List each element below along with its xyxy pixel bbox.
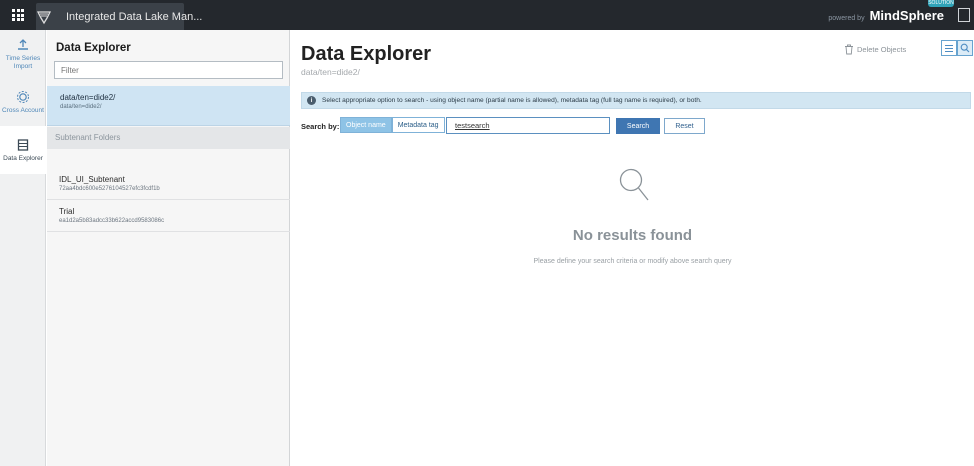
- app-launcher-button[interactable]: [0, 0, 36, 30]
- logout-icon[interactable]: [958, 8, 970, 22]
- app-logo-icon: [36, 3, 52, 30]
- object-name-option[interactable]: Object name: [340, 117, 392, 133]
- rail-item-time-series-import[interactable]: Time Series Import: [0, 30, 46, 78]
- list-view-button[interactable]: [941, 40, 957, 56]
- panel-title: Data Explorer: [56, 42, 131, 54]
- list-icon: [945, 44, 953, 52]
- brand: powered by MindSphere: [828, 8, 944, 23]
- brand-badge: SOLUTION: [928, 0, 954, 7]
- database-icon: [17, 139, 29, 151]
- folder-id: ea1d2a5b83adcc33b622accd9583086c: [59, 218, 165, 224]
- powered-by-label: powered by: [828, 15, 865, 22]
- folder-id: 72aa4bdc600e5276104527efc3fcdf1b: [59, 186, 160, 192]
- filter-input[interactable]: [54, 61, 283, 79]
- info-icon: i: [307, 96, 316, 105]
- delete-objects-button[interactable]: Delete Objects: [844, 44, 906, 55]
- delete-objects-label: Delete Objects: [857, 45, 907, 54]
- info-text: Select appropriate option to search - us…: [322, 97, 702, 104]
- app-tab[interactable]: Integrated Data Lake Man...: [36, 3, 202, 30]
- rail-item-cross-account[interactable]: Cross Account: [0, 78, 46, 126]
- folder-name: Trial: [59, 207, 75, 216]
- rail-item-label: Data Explorer: [3, 154, 43, 162]
- nav-rail: Time Series Import Cross Account Data Ex…: [0, 30, 46, 466]
- subtenant-folders-header: Subtenant Folders: [47, 127, 290, 149]
- upload-icon: [18, 39, 28, 50]
- search-view-button[interactable]: [957, 40, 973, 56]
- grid-icon: [12, 9, 24, 21]
- rail-item-data-explorer[interactable]: Data Explorer: [0, 126, 46, 174]
- current-folder-item[interactable]: data/ten=dide2/ data/ten=dide2/: [47, 86, 290, 126]
- folder-item-idl-ui-subtenant[interactable]: IDL_UI_Subtenant 72aa4bdc600e5276104527e…: [47, 169, 290, 200]
- trash-icon: [845, 44, 853, 55]
- empty-state-subtitle: Please define your search criteria or mo…: [533, 258, 732, 265]
- search-mode-toggle: Object name Metadata tag: [340, 117, 445, 133]
- search-by-label: Search by:: [301, 122, 340, 131]
- rail-item-label: Time Series Import: [5, 55, 41, 70]
- page-title: Data Explorer: [301, 43, 432, 65]
- folder-item-trial[interactable]: Trial ea1d2a5b83adcc33b622accd9583086c: [47, 201, 290, 232]
- view-toggle: [941, 40, 973, 56]
- gear-network-icon: [17, 90, 29, 103]
- folder-name: IDL_UI_Subtenant: [59, 175, 125, 184]
- metadata-tag-option[interactable]: Metadata tag: [391, 117, 445, 133]
- main-content: Data Explorer data/ten=dide2/ Delete Obj…: [291, 30, 974, 466]
- current-folder-path: data/ten=dide2/: [60, 104, 102, 110]
- search-button[interactable]: Search: [616, 118, 660, 134]
- magnifier-icon: [618, 167, 650, 208]
- current-folder-name: data/ten=dide2/: [60, 93, 116, 102]
- search-icon: [960, 43, 970, 53]
- reset-button[interactable]: Reset: [664, 118, 705, 134]
- empty-state-title: No results found: [572, 227, 693, 244]
- rail-item-label: Cross Account: [2, 106, 44, 114]
- search-input[interactable]: [446, 117, 610, 134]
- explorer-panel: Data Explorer data/ten=dide2/ data/ten=d…: [47, 30, 290, 466]
- brand-name: MindSphere: [869, 8, 944, 23]
- info-banner: i Select appropriate option to search - …: [301, 92, 971, 109]
- top-bar: Integrated Data Lake Man... SOLUTION pow…: [0, 0, 974, 30]
- page-path: data/ten=dide2/: [301, 67, 360, 77]
- app-title: Integrated Data Lake Man...: [66, 10, 203, 23]
